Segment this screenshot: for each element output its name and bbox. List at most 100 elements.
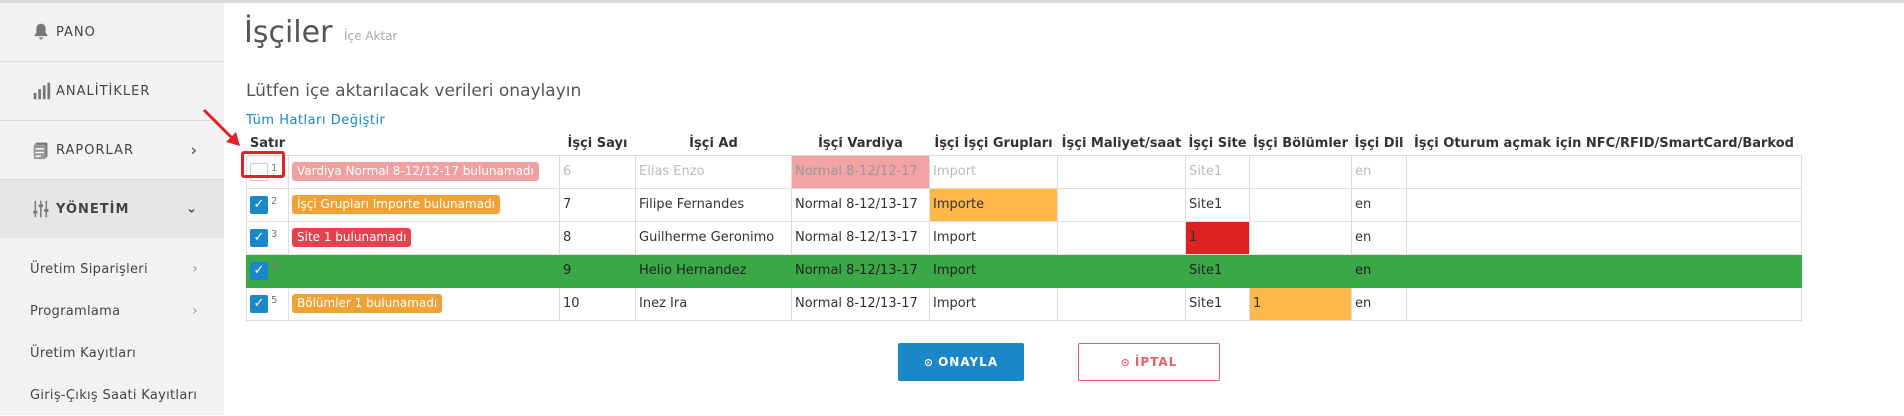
cancel-circle-icon: ⊙: [1120, 355, 1131, 369]
cancel-button[interactable]: ⊙ İPTAL: [1078, 343, 1220, 381]
sidebar: PANO ANALİTİKLER RAPORLAR › YÖNETİM ⌄ Ür…: [0, 3, 224, 415]
cancel-button-label: İPTAL: [1134, 355, 1178, 369]
col-header: İşçi Sayı: [567, 136, 628, 152]
cell-ad: Helio Hernandez: [635, 253, 792, 288]
error-badge: Bölümler 1 bulunamadı: [292, 294, 443, 313]
row-select-cell: ✓ 3: [246, 220, 289, 255]
cell-sayi: 7: [559, 187, 636, 222]
annotation-arrow-icon: [202, 108, 240, 146]
chevron-down-icon: ⌄: [186, 201, 198, 217]
row-select-cell: ✓ 5: [246, 286, 289, 321]
row-number: 2: [271, 195, 278, 207]
cell-gruplar: Import: [929, 220, 1058, 255]
col-header: İşçi Bölümler: [1252, 136, 1349, 152]
col-header: [289, 133, 560, 155]
row-checkbox[interactable]: ✓: [250, 294, 268, 313]
cell-nfc: [1406, 187, 1802, 222]
sidebar-item-pano[interactable]: PANO: [0, 3, 224, 61]
sidebar-item-label: YÖNETİM: [56, 201, 130, 217]
annotation-highlight-box: [241, 151, 285, 178]
row-number: 3: [271, 228, 278, 240]
row-checkbox[interactable]: ✓: [250, 195, 268, 214]
cell-maliyet: [1057, 220, 1186, 255]
cell-gruplar: Importe: [929, 187, 1058, 222]
cell-maliyet: [1057, 253, 1186, 288]
table-row: ✓ 3 Site 1 bulunamadı 8 Guilherme Geronim…: [246, 220, 1802, 255]
error-badge: İşçi Grupları Importe bulunamadı: [292, 195, 500, 214]
sidebar-item-analitikler[interactable]: ANALİTİKLER: [0, 62, 224, 120]
cell-ad: Elias Enzo: [635, 154, 792, 189]
cell-maliyet: [1057, 187, 1186, 222]
cell-ad: Inez Ira: [635, 286, 792, 321]
error-badge: Vardiya Normal 8-12/12-17 bulunamadı: [292, 162, 539, 181]
instruction-text: Lütfen içe aktarılacak verileri onaylayı…: [246, 81, 582, 101]
cell-gruplar: Import: [929, 253, 1058, 288]
cell-ad: Guilherme Geronimo: [635, 220, 792, 255]
row-number: 4: [271, 261, 278, 273]
bar-chart-icon: [33, 82, 51, 100]
sidebar-item-label: PANO: [56, 24, 96, 40]
table-row: ✓ 2 İşçi Grupları Importe bulunamadı 7 Fi…: [246, 187, 1802, 222]
error-cell: İşçi Grupları Importe bulunamadı: [288, 187, 560, 222]
row-checkbox[interactable]: ✓: [250, 261, 268, 280]
cell-sayi: 10: [559, 286, 636, 321]
col-header: İşçi Ad: [689, 136, 738, 152]
cell-maliyet: [1057, 154, 1186, 189]
cell-vardiya: Normal 8-12/13-17: [791, 220, 930, 255]
cell-dil: en: [1351, 253, 1407, 288]
sidebar-subitem-programlama[interactable]: Programlama ›: [0, 290, 224, 332]
confirm-button[interactable]: ⊙ ONAYLA: [898, 343, 1024, 381]
check-circle-icon: ⊙: [923, 355, 935, 369]
sidebar-item-label: RAPORLAR: [56, 142, 134, 158]
cell-dil: en: [1351, 220, 1407, 255]
row-select-cell: ✓ 2: [246, 187, 289, 222]
error-cell: [288, 253, 560, 288]
bell-icon: [34, 23, 48, 40]
sliders-icon: [33, 200, 49, 218]
sidebar-item-label: ANALİTİKLER: [56, 83, 151, 99]
cell-bolumler: [1249, 187, 1352, 222]
cell-bolumler: [1249, 154, 1352, 189]
main-content: İşçiler İçe Aktar Lütfen içe aktarılacak…: [224, 3, 1904, 415]
sidebar-subitem-label: Üretim Siparişleri: [30, 261, 148, 277]
error-cell: Bölümler 1 bulunamadı: [288, 286, 560, 321]
cell-nfc: [1406, 220, 1802, 255]
cell-nfc: [1406, 154, 1802, 189]
cell-maliyet: [1057, 286, 1186, 321]
chevron-right-icon: ›: [192, 303, 198, 319]
cell-site: 1: [1185, 220, 1250, 255]
error-cell: Site 1 bulunamadı: [288, 220, 560, 255]
sidebar-item-yonetim[interactable]: YÖNETİM ⌄: [0, 180, 224, 238]
sidebar-subitem-label: Programlama: [30, 303, 121, 319]
col-header: İşçi Vardiya: [818, 136, 903, 152]
cell-site: Site1: [1185, 253, 1250, 288]
col-header: İşçi Oturum açmak için NFC/RFID/SmartCar…: [1414, 136, 1794, 152]
col-header: İşçi Dil: [1354, 136, 1404, 152]
cell-nfc: [1406, 253, 1802, 288]
sidebar-subitem-uretim-kayitlari[interactable]: Üretim Kayıtları: [0, 332, 224, 374]
page-subtitle: İçe Aktar: [344, 29, 398, 43]
document-icon: [33, 142, 48, 160]
sidebar-subitem-uretim-siparisleri[interactable]: Üretim Siparişleri ›: [0, 248, 224, 290]
error-cell: Vardiya Normal 8-12/12-17 bulunamadı: [288, 154, 560, 189]
cell-site: Site1: [1185, 286, 1250, 321]
cell-nfc: [1406, 286, 1802, 321]
chevron-right-icon: ›: [190, 140, 198, 160]
sidebar-subitem-label: Giriş-Çıkış Saati Kayıtları: [30, 387, 198, 403]
import-table: Satır İşçi Sayı İşçi Ad İşçi Vardiya İşç…: [246, 133, 1802, 321]
cell-vardiya: Normal 8-12/13-17: [791, 286, 930, 321]
change-all-lines-link[interactable]: Tüm Hatları Değiştir: [246, 113, 385, 128]
cell-sayi: 6: [559, 154, 636, 189]
cell-dil: en: [1351, 286, 1407, 321]
cell-sayi: 8: [559, 220, 636, 255]
cell-vardiya: Normal 8-12/13-17: [791, 187, 930, 222]
cell-sayi: 9: [559, 253, 636, 288]
sidebar-item-raporlar[interactable]: RAPORLAR ›: [0, 121, 224, 179]
row-checkbox[interactable]: ✓: [250, 228, 268, 247]
col-header: İşçi İşçi Grupları: [934, 136, 1053, 152]
col-header: İşçi Maliyet/saat: [1061, 136, 1182, 152]
col-header: İşçi Site: [1188, 136, 1247, 152]
row-select-cell: ✓ 4: [246, 253, 289, 288]
cell-ad: Filipe Fernandes: [635, 187, 792, 222]
sidebar-subitem-giris-cikis[interactable]: Giriş-Çıkış Saati Kayıtları: [0, 374, 224, 416]
